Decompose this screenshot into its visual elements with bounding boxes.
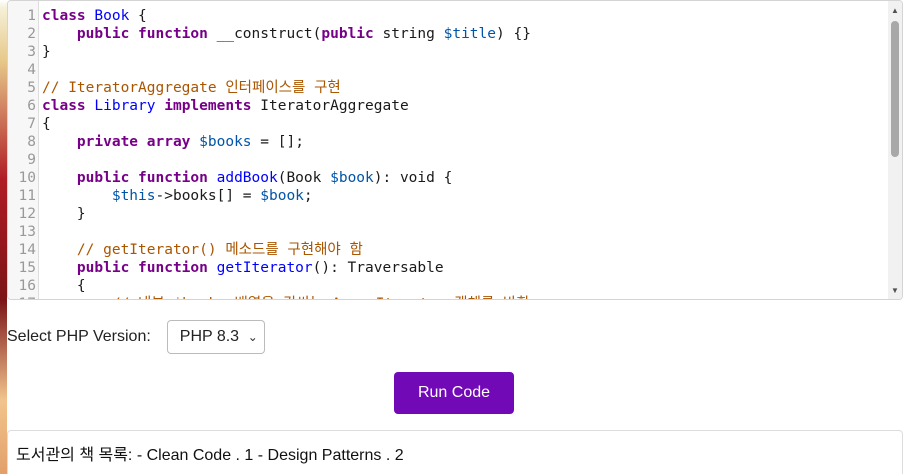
line-number: 13 <box>18 224 36 240</box>
line-number: 8 <box>27 134 36 150</box>
selected-version: PHP 8.3 <box>179 328 240 345</box>
code-token: { <box>42 116 51 132</box>
code-token: addBook <box>216 170 278 186</box>
code-line[interactable]: 5 // IteratorAggregate 인터페이스를 구현 <box>8 79 888 97</box>
line-number: 9 <box>27 152 36 168</box>
line-number: 16 <box>18 278 36 294</box>
code-line[interactable]: 17 // 내부 $books 배열을 감싸는 ArrayIterator 객체… <box>8 295 888 299</box>
code-token: ->books[] = <box>155 188 261 204</box>
code-token: string <box>373 26 444 42</box>
line-number: 12 <box>18 206 36 222</box>
code-token: { <box>42 278 86 294</box>
line-number: 14 <box>18 242 36 258</box>
code-line[interactable]: 16 { <box>8 277 888 295</box>
code-token: (Book <box>277 170 331 186</box>
line-number: 7 <box>27 116 36 132</box>
chevron-down-icon: ⌄ <box>247 330 258 344</box>
code-token: IteratorAggregate <box>251 98 409 114</box>
code-line[interactable]: 10 public function addBook (Book $book): … <box>8 169 888 187</box>
background-image-strip <box>0 0 7 474</box>
php-version-select[interactable]: PHP 8.3 ⌄ <box>166 320 265 354</box>
code-token: Book <box>94 8 130 24</box>
scroll-up-icon[interactable]: ▲ <box>888 3 902 17</box>
line-number: 2 <box>27 26 36 42</box>
version-label: Select PHP Version: <box>7 328 151 345</box>
code-line[interactable]: 9 <box>8 151 888 169</box>
code-token: $this <box>111 188 156 204</box>
code-token: implements <box>164 98 252 114</box>
editor-scrollbar[interactable]: ▲ ▼ <box>888 1 902 299</box>
code-token: } <box>42 206 86 222</box>
version-row: Select PHP Version: PHP 8.3 ⌄ <box>7 320 265 354</box>
code-token: class <box>42 8 95 24</box>
output-panel: 도서관의 책 목록: - Clean Code . 1 - Design Pat… <box>7 430 903 474</box>
code-token: $book <box>260 188 304 204</box>
code-token: $title <box>443 26 496 42</box>
code-token: class <box>42 98 95 114</box>
code-token: public <box>321 26 374 42</box>
code-line[interactable]: 13 <box>8 223 888 241</box>
code-token: ; <box>303 188 313 204</box>
code-token: $books <box>199 134 252 150</box>
code-token: Library <box>94 98 165 114</box>
code-line[interactable]: 12 } <box>8 205 888 223</box>
line-number: 4 <box>27 62 36 78</box>
code-token: // getIterator() 메소드를 구현해야 함 <box>42 242 363 258</box>
php-runner-page: 1 class Book {2 public function __constru… <box>0 0 906 474</box>
code-token: ): void { <box>373 170 453 186</box>
code-token: private array <box>76 134 191 150</box>
line-number: 1 <box>27 8 36 24</box>
code-lines[interactable]: 1 class Book {2 public function __constru… <box>8 7 888 299</box>
line-number: 10 <box>18 170 36 186</box>
code-token: public function <box>76 26 208 42</box>
scrollbar-thumb[interactable] <box>891 21 899 157</box>
code-token: __construct( <box>207 26 322 42</box>
code-token: { <box>129 8 147 24</box>
code-token: getIterator <box>216 260 313 276</box>
run-code-button[interactable]: Run Code <box>394 372 514 414</box>
code-editor[interactable]: 1 class Book {2 public function __constru… <box>7 0 903 300</box>
code-line[interactable]: 11 $this ->books[] = $book; <box>8 187 888 205</box>
scroll-down-icon[interactable]: ▼ <box>888 283 902 297</box>
line-number: 17 <box>8 295 42 299</box>
code-token: public function <box>76 260 208 276</box>
code-line[interactable]: 6 class Library implements IteratorAggreg… <box>8 97 888 115</box>
line-number: 5 <box>27 80 36 96</box>
code-token: // IteratorAggregate 인터페이스를 구현 <box>42 80 341 96</box>
code-token: } <box>42 44 51 60</box>
line-number: 15 <box>18 260 36 276</box>
code-line[interactable]: 7{ <box>8 115 888 133</box>
line-number: 6 <box>27 98 36 114</box>
code-token: // 내부 $books 배열을 감싸는 ArrayIterator 객체를 반… <box>42 295 530 299</box>
line-number: 3 <box>27 44 36 60</box>
code-token: $book <box>330 170 374 186</box>
code-token: (): Traversable <box>312 260 444 276</box>
line-number: 11 <box>18 188 36 204</box>
output-text: 도서관의 책 목록: - Clean Code . 1 - Design Pat… <box>16 447 404 464</box>
code-token: public function <box>76 170 208 186</box>
code-token: ) {} <box>496 26 531 42</box>
code-line[interactable]: 15 public function getIterator (): Traver… <box>8 259 888 277</box>
code-line[interactable]: 1 class Book { <box>8 7 888 25</box>
code-line[interactable]: 8 private array $books = []; <box>8 133 888 151</box>
code-token: = []; <box>251 134 304 150</box>
code-line[interactable]: 14 // getIterator() 메소드를 구현해야 함 <box>8 241 888 259</box>
code-line[interactable]: 3} <box>8 43 888 61</box>
code-line[interactable]: 4 <box>8 61 888 79</box>
code-line[interactable]: 2 public function __construct(public str… <box>8 25 888 43</box>
